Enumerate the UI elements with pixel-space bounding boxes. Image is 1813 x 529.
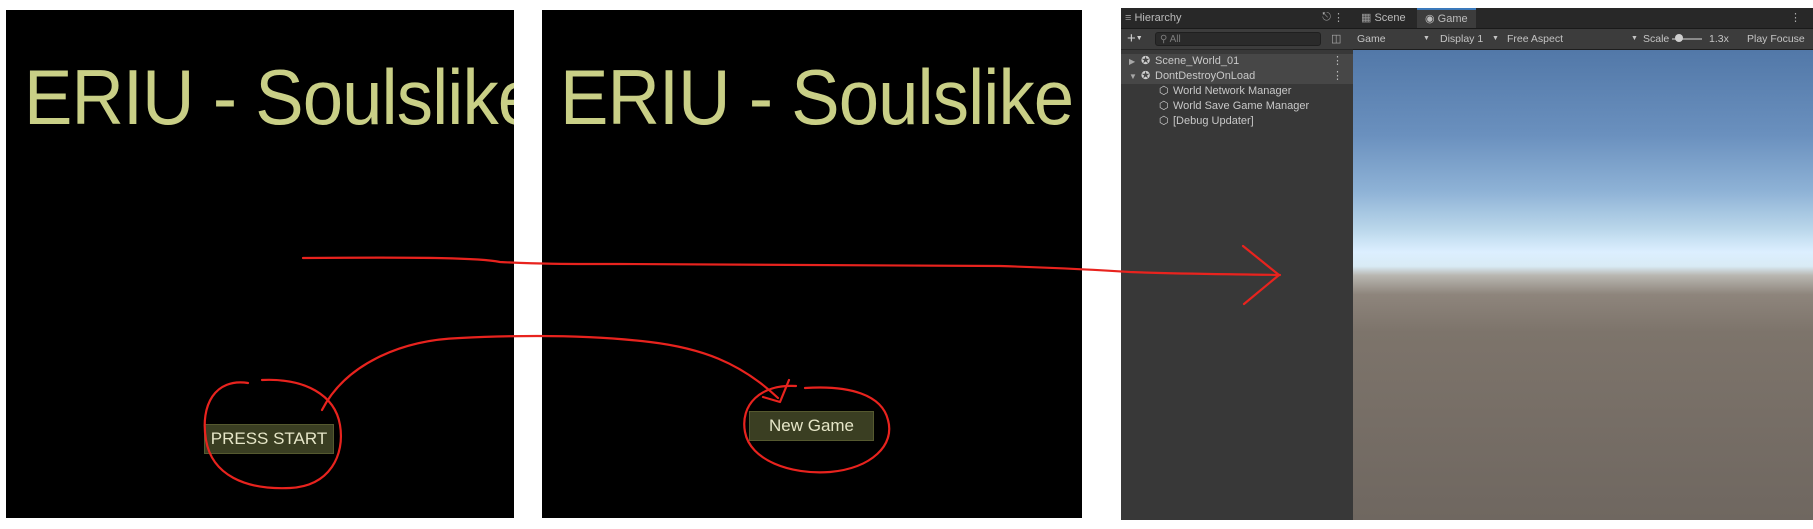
new-game-button[interactable]: New Game: [749, 411, 874, 441]
hierarchy-tabbar: ≡ Hierarchy ⎋ ⋮: [1121, 8, 1353, 29]
grid-icon: ▦: [1361, 12, 1372, 24]
tab-hierarchy[interactable]: ≡ Hierarchy: [1121, 8, 1190, 28]
game-title: ERIU - Soulslike: [24, 53, 514, 141]
game-screen-title: ERIU - Soulslike PRESS START: [6, 10, 514, 518]
tab-hierarchy-label: Hierarchy: [1134, 12, 1182, 24]
scale-slider-thumb[interactable]: [1675, 34, 1683, 42]
expand-caret-icon[interactable]: ▶: [1129, 54, 1135, 69]
game-toolbar: Game ▼ Display 1 ▼ Free Aspect ▼ Scale 1…: [1353, 29, 1813, 50]
tab-game-label: Game: [1437, 13, 1468, 25]
scale-label: Scale: [1643, 33, 1670, 45]
gameobject-row[interactable]: ⬡ World Save Game Manager: [1121, 99, 1353, 114]
gameobject-label: World Network Manager: [1173, 85, 1292, 97]
scene-row[interactable]: ▶ ✪ Scene_World_01 ⋮: [1121, 54, 1353, 69]
display-label: Display 1: [1440, 33, 1484, 45]
chevron-down-icon: ▼: [1631, 35, 1638, 42]
hierarchy-panel: ≡ Hierarchy ⎋ ⋮ +▼ ⚲ All ◫ ▶ ✪ Scene_Wor…: [1121, 8, 1354, 520]
scale-value: 1.3x: [1709, 33, 1729, 45]
aspect-label: Free Aspect: [1507, 33, 1564, 45]
gameobject-row[interactable]: ⬡ [Debug Updater]: [1121, 114, 1353, 129]
unity-scene-icon: ✪: [1141, 70, 1151, 82]
kebab-menu-icon[interactable]: ⋮: [1332, 54, 1343, 69]
scene-label: DontDestroyOnLoad: [1155, 70, 1256, 82]
chevron-down-icon: ▼: [1423, 35, 1430, 42]
collapse-caret-icon[interactable]: ▼: [1129, 69, 1137, 84]
gameobject-cube-icon: ⬡: [1159, 85, 1169, 97]
hierarchy-toolbar: +▼ ⚲ All ◫: [1121, 29, 1353, 50]
press-start-button[interactable]: PRESS START: [204, 424, 334, 454]
play-mode-label: Play Focuse: [1747, 33, 1805, 45]
tab-scene[interactable]: ▦ Scene: [1353, 8, 1414, 28]
mode-label: Game: [1357, 33, 1386, 45]
dropdown-arrow-icon: ▼: [1135, 35, 1143, 43]
kebab-menu-icon[interactable]: ⋮: [1333, 11, 1344, 24]
hierarchy-search-input[interactable]: ⚲ All: [1155, 32, 1321, 46]
unity-editor: ≡ Hierarchy ⎋ ⋮ +▼ ⚲ All ◫ ▶ ✪ Scene_Wor…: [1121, 8, 1813, 520]
gameobject-label: [Debug Updater]: [1173, 115, 1254, 127]
kebab-menu-icon[interactable]: ⋮: [1332, 69, 1343, 84]
gamepad-icon: ◉: [1425, 13, 1435, 25]
mode-dropdown[interactable]: Game: [1357, 29, 1386, 49]
play-mode-dropdown[interactable]: Play Focuse: [1747, 29, 1805, 49]
hierarchy-tree: ▶ ✪ Scene_World_01 ⋮ ▼ ✪ DontDestroyOnLo…: [1121, 54, 1353, 129]
gameobject-row[interactable]: ⬡ World Network Manager: [1121, 84, 1353, 99]
gameobject-cube-icon: ⬡: [1159, 100, 1169, 112]
tab-scene-label: Scene: [1374, 12, 1406, 24]
search-icon: ⚲: [1160, 34, 1168, 45]
search-placeholder: All: [1169, 34, 1181, 45]
view-tabbar: ▦ Scene ◉ Game ⋮: [1353, 8, 1813, 29]
game-title: ERIU - Soulslike: [560, 53, 1074, 141]
game-viewport[interactable]: [1353, 50, 1813, 520]
gameobject-label: World Save Game Manager: [1173, 100, 1310, 112]
display-dropdown[interactable]: Display 1: [1440, 29, 1483, 49]
scene-label: Scene_World_01: [1155, 55, 1240, 67]
add-label: +: [1127, 30, 1136, 47]
chevron-down-icon: ▼: [1492, 35, 1499, 42]
scene-row[interactable]: ▼ ✪ DontDestroyOnLoad ⋮: [1121, 69, 1353, 84]
aspect-dropdown[interactable]: Free Aspect: [1507, 29, 1563, 49]
list-icon: ≡: [1125, 12, 1132, 24]
kebab-menu-icon[interactable]: ⋮: [1790, 11, 1801, 24]
lock-icon[interactable]: ⎋: [1322, 11, 1331, 24]
game-screen-main-menu: ERIU - Soulslike New Game: [542, 10, 1082, 518]
gameobject-cube-icon: ⬡: [1159, 115, 1169, 127]
add-button[interactable]: +▼: [1127, 29, 1143, 49]
tab-game[interactable]: ◉ Game: [1417, 8, 1476, 28]
unity-scene-icon: ✪: [1141, 55, 1151, 67]
search-filter-icon[interactable]: ◫: [1331, 32, 1341, 45]
game-view-panel: ▦ Scene ◉ Game ⋮ Game ▼ Display 1 ▼ Free…: [1353, 8, 1813, 520]
